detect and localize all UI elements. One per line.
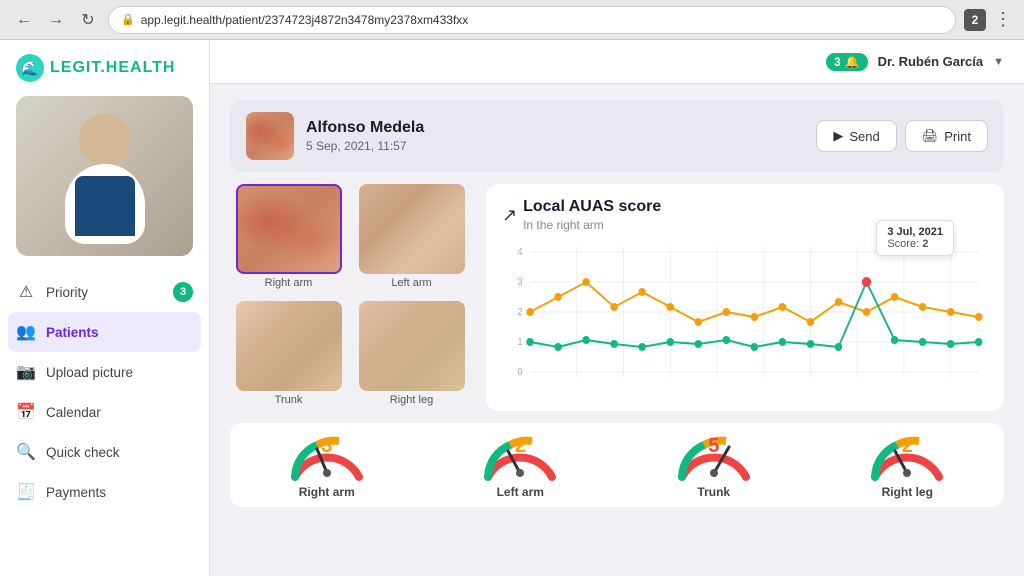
url-text: app.legit.health/patient/2374723j4872n34… xyxy=(141,13,469,27)
patient-name: Alfonso Medela xyxy=(306,119,804,137)
logo: 🌊 LEGIT.HEALTH xyxy=(0,40,209,96)
gauge-left-arm: 2 Left arm xyxy=(424,431,618,499)
gauge-right-leg-score: 2 xyxy=(902,435,913,458)
lock-icon: 🔒 xyxy=(121,13,135,26)
upload-label: Upload picture xyxy=(46,365,133,380)
patients-label: Patients xyxy=(46,325,99,340)
sidebar-item-patients[interactable]: 👥 Patients xyxy=(8,312,201,352)
patient-info: Alfonso Medela 5 Sep, 2021, 11:57 xyxy=(306,119,804,153)
refresh-button[interactable]: ↻ xyxy=(76,8,100,32)
quickcheck-label: Quick check xyxy=(46,445,120,460)
sidebar-nav: ⚠ Priority 3 👥 Patients 📷 Upload picture… xyxy=(0,268,209,576)
action-buttons: ▶ Send 🖨 Print xyxy=(816,120,988,152)
gauge-right-arm: 3 Right arm xyxy=(230,431,424,499)
notif-count: 3 xyxy=(834,55,841,69)
chart-tooltip: 3 Jul, 2021 Score: 2 xyxy=(876,220,954,256)
gauge-meters: 3 Right arm 2 xyxy=(230,423,1004,507)
quickcheck-icon: 🔍 xyxy=(16,442,36,462)
gauge-right-arm-score: 3 xyxy=(321,435,332,458)
payments-label: Payments xyxy=(46,485,106,500)
right-arm-label: Right arm xyxy=(265,277,313,289)
body-content: Right arm Left arm Trunk Right leg xyxy=(230,184,1004,411)
sidebar-item-calendar[interactable]: 📅 Calendar xyxy=(0,392,209,432)
svg-text:0: 0 xyxy=(517,367,522,378)
trunk-label: Trunk xyxy=(275,394,303,406)
address-bar[interactable]: 🔒 app.legit.health/patient/2374723j4872n… xyxy=(108,6,956,34)
sidebar: 🌊 LEGIT.HEALTH ⚠ Priority 3 👥 Patients � xyxy=(0,40,210,576)
gauge-right-arm-dial: 3 xyxy=(287,431,367,481)
chart-area: ↗ Local AUAS score In the right arm xyxy=(486,184,1004,411)
main-content: 3 🔔 Dr. Rubén García ▼ Alfonso Medela 5 … xyxy=(210,40,1024,576)
right-leg-label: Right leg xyxy=(390,394,433,406)
avatar-head xyxy=(79,114,131,166)
topbar: 3 🔔 Dr. Rubén García ▼ xyxy=(210,40,1024,84)
patient-date: 5 Sep, 2021, 11:57 xyxy=(306,139,804,153)
gauge-left-arm-label: Left arm xyxy=(497,485,544,499)
gauge-right-leg-dial: 2 xyxy=(867,431,947,481)
tab-count[interactable]: 2 xyxy=(964,9,986,31)
patient-avatar xyxy=(16,96,193,256)
gauge-right-leg: 2 Right leg xyxy=(811,431,1005,499)
body-part-right-leg[interactable]: Right leg xyxy=(353,301,470,412)
back-button[interactable]: ← xyxy=(12,8,36,32)
gauge-right-leg-label: Right leg xyxy=(882,485,933,499)
chevron-down-icon[interactable]: ▼ xyxy=(993,56,1004,68)
doctor-name: Dr. Rubén García xyxy=(878,54,983,69)
sidebar-item-upload[interactable]: 📷 Upload picture xyxy=(0,352,209,392)
sidebar-item-quickcheck[interactable]: 🔍 Quick check xyxy=(0,432,209,472)
gauge-left-arm-dial: 2 xyxy=(480,431,560,481)
gauge-left-arm-score: 2 xyxy=(515,435,526,458)
content-area: Alfonso Medela 5 Sep, 2021, 11:57 ▶ Send… xyxy=(210,84,1024,576)
gauge-trunk: 5 Trunk xyxy=(617,431,811,499)
print-icon: 🖨 xyxy=(922,128,939,144)
gauge-trunk-dial: 5 xyxy=(674,431,754,481)
trunk-image[interactable] xyxy=(236,301,342,391)
camera-icon: 📷 xyxy=(16,362,36,382)
tooltip-score: Score: 2 xyxy=(887,238,943,250)
chart-title: Local AUAS score xyxy=(523,198,661,216)
logo-icon: 🌊 xyxy=(16,54,44,82)
send-button[interactable]: ▶ Send xyxy=(816,120,896,152)
right-leg-image[interactable] xyxy=(359,301,465,391)
body-part-right-arm[interactable]: Right arm xyxy=(230,184,347,295)
gauge-trunk-score: 5 xyxy=(708,435,719,458)
priority-label: Priority xyxy=(46,285,88,300)
menu-dots[interactable]: ⋮ xyxy=(994,9,1012,30)
patient-thumbnail xyxy=(246,112,294,160)
payments-icon: 🧾 xyxy=(16,482,36,502)
left-arm-image[interactable] xyxy=(359,184,465,274)
gauge-right-arm-label: Right arm xyxy=(299,485,355,499)
avatar-torso xyxy=(75,176,135,236)
bell-icon: 🔔 xyxy=(845,55,860,69)
sidebar-item-payments[interactable]: 🧾 Payments xyxy=(0,472,209,512)
send-icon: ▶ xyxy=(833,128,843,144)
body-part-left-arm[interactable]: Left arm xyxy=(353,184,470,295)
calendar-label: Calendar xyxy=(46,405,101,420)
forward-button[interactable]: → xyxy=(44,8,68,32)
browser-chrome: ← → ↻ 🔒 app.legit.health/patient/2374723… xyxy=(0,0,1024,40)
svg-text:1: 1 xyxy=(517,337,522,348)
warning-icon: ⚠ xyxy=(16,282,36,302)
sidebar-item-priority[interactable]: ⚠ Priority 3 xyxy=(0,272,209,312)
right-arm-image[interactable] xyxy=(236,184,342,274)
tooltip-date: 3 Jul, 2021 xyxy=(887,226,943,238)
app-container: 🌊 LEGIT.HEALTH ⚠ Priority 3 👥 Patients � xyxy=(0,40,1024,576)
logo-text: LEGIT.HEALTH xyxy=(50,59,175,77)
priority-badge: 3 xyxy=(173,282,193,302)
svg-text:3: 3 xyxy=(517,277,522,288)
notification-badge[interactable]: 3 🔔 xyxy=(826,53,868,71)
body-part-trunk[interactable]: Trunk xyxy=(230,301,347,412)
svg-text:2: 2 xyxy=(517,307,522,318)
chart-trend-icon: ↗ xyxy=(502,205,517,226)
svg-text:4: 4 xyxy=(517,247,523,258)
auas-chart: 4 3 2 1 0 xyxy=(502,232,988,392)
patients-icon: 👥 xyxy=(16,322,36,342)
gauge-trunk-label: Trunk xyxy=(697,485,730,499)
print-button[interactable]: 🖨 Print xyxy=(905,120,988,152)
left-arm-label: Left arm xyxy=(391,277,431,289)
calendar-icon: 📅 xyxy=(16,402,36,422)
chart-subtitle: In the right arm xyxy=(523,218,661,232)
body-image-grid: Right arm Left arm Trunk Right leg xyxy=(230,184,470,411)
patient-card: Alfonso Medela 5 Sep, 2021, 11:57 ▶ Send… xyxy=(230,100,1004,172)
